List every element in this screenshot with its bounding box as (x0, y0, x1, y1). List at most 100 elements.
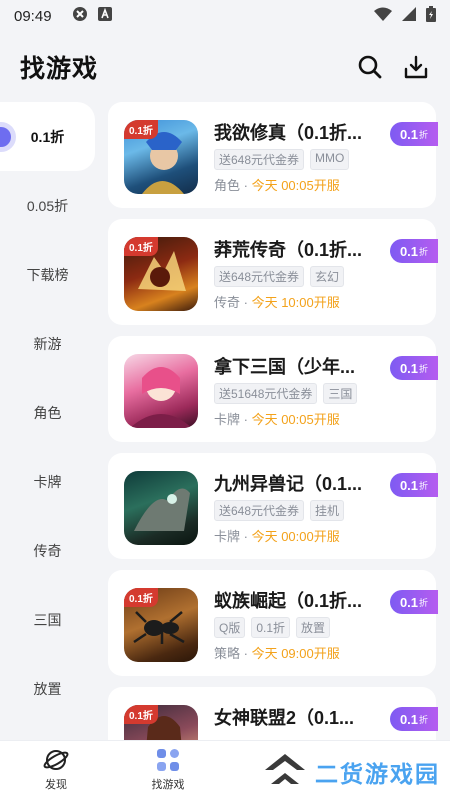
game-icon: 0.1折 (124, 588, 198, 662)
notification-close-icon (72, 6, 88, 27)
sidebar-item-label: 传奇 (33, 542, 62, 559)
game-list: 0.1折 我欲修真（0.1折... 送648元代金券 MMO 角色 · 今天 0… (95, 102, 450, 740)
server-open-time: 今天 09:00开服 (251, 646, 340, 661)
discount-badge: 0.1 折 (390, 707, 438, 731)
game-meta: 角色 · 今天 00:05开服 (214, 178, 340, 193)
status-bar: 09:49 (0, 0, 450, 32)
game-category: 传奇 (214, 295, 241, 310)
server-open-time: 今天 10:00开服 (251, 295, 340, 310)
game-category: 策略 (214, 646, 241, 661)
game-tag: 三国 (323, 383, 358, 404)
game-icon: 0.1折 (124, 120, 198, 194)
discount-value: 0.1 (399, 711, 419, 727)
planet-icon (43, 747, 69, 773)
server-open-time: 今天 00:00开服 (251, 529, 340, 544)
game-tag: 挂机 (310, 500, 345, 521)
search-icon[interactable] (356, 53, 384, 81)
sidebar-item-label: 角色 (33, 404, 62, 421)
game-meta: 卡牌 · 今天 00:00开服 (214, 529, 340, 544)
battery-icon (426, 5, 436, 27)
game-tags: 送648元代金券 挂机 (214, 500, 345, 521)
game-card[interactable]: 拿下三国（少年... 送51648元代金券 三国 卡牌 · 今天 00:05开服… (108, 336, 438, 442)
game-tag: MMO (310, 149, 350, 170)
game-icon (124, 354, 198, 428)
discount-unit: 折 (419, 246, 429, 257)
game-icon (124, 471, 198, 545)
game-icon: 0.1折 (124, 705, 198, 740)
category-sidebar: 0.1折 0.05折 下载榜 新游 角色 卡牌 传奇 三国 放置 (0, 102, 95, 740)
game-tag: Q版 (214, 617, 246, 638)
game-card[interactable]: 九州异兽记（0.1... 送648元代金券 挂机 卡牌 · 今天 00:00开服… (108, 453, 438, 559)
game-tag: 送51648元代金券 (214, 383, 318, 404)
discount-ribbon: 0.1折 (124, 705, 158, 724)
discount-badge: 0.1 折 (390, 122, 438, 146)
sidebar-item-0-05-discount[interactable]: 0.05折 (0, 171, 95, 240)
active-indicator-icon (0, 121, 16, 152)
game-tag: 玄幻 (310, 266, 345, 287)
discount-value: 0.1 (399, 360, 419, 376)
sidebar-item-new-games[interactable]: 新游 (0, 309, 95, 378)
game-card[interactable]: 0.1折 蚁族崛起（0.1折... Q版 0.1折 放置 策略 · 今天 09:… (108, 570, 438, 676)
notification-app-icon (98, 6, 112, 26)
sidebar-item-label: 放置 (33, 680, 62, 697)
signal-icon (402, 6, 416, 26)
download-icon[interactable] (402, 53, 430, 81)
page-header: 找游戏 (0, 32, 450, 102)
discount-badge: 0.1 折 (390, 473, 438, 497)
game-artwork-icon (134, 488, 190, 531)
game-card[interactable]: 0.1折 我欲修真（0.1折... 送648元代金券 MMO 角色 · 今天 0… (108, 102, 438, 208)
sidebar-item-label: 新游 (33, 335, 62, 352)
game-tags: 送648元代金券 MMO (214, 149, 350, 170)
status-notification-icons (72, 6, 112, 27)
nav-item-label: 发现 (45, 779, 67, 791)
sidebar-item-label: 卡牌 (33, 473, 62, 490)
sidebar-item-idle[interactable]: 放置 (0, 654, 95, 723)
watermark: 二货游戏园 (261, 750, 440, 793)
sidebar-item-label: 下载榜 (26, 266, 69, 283)
discount-ribbon: 0.1折 (124, 120, 158, 139)
sidebar-item-label: 0.1折 (30, 128, 65, 145)
nav-item-discover[interactable]: 发现 (16, 747, 96, 792)
discount-value: 0.1 (399, 243, 419, 259)
discount-value: 0.1 (399, 477, 419, 493)
discount-unit: 折 (419, 597, 429, 608)
game-tags: 送51648元代金券 三国 (214, 383, 358, 404)
sidebar-item-three-kingdoms[interactable]: 三国 (0, 585, 95, 654)
discount-unit: 折 (419, 363, 429, 374)
discount-badge: 0.1 折 (390, 239, 438, 263)
game-tag: 送648元代金券 (214, 266, 305, 287)
page-title: 找游戏 (20, 55, 99, 83)
game-tag: 送648元代金券 (214, 149, 305, 170)
discount-unit: 折 (419, 714, 429, 725)
sidebar-item-0-1-discount[interactable]: 0.1折 (0, 102, 95, 171)
game-tag: 放置 (296, 617, 331, 638)
sidebar-item-download-rank[interactable]: 下载榜 (0, 240, 95, 309)
game-title: 莽荒传奇（0.1折... (214, 240, 363, 260)
sidebar-item-role[interactable]: 角色 (0, 378, 95, 447)
game-artwork-icon (130, 367, 192, 428)
wifi-icon (374, 7, 392, 26)
sidebar-item-legend[interactable]: 传奇 (0, 516, 95, 585)
server-open-time: 今天 00:05开服 (251, 412, 340, 427)
discount-unit: 折 (419, 129, 429, 140)
nav-item-find-games[interactable]: 找游戏 (128, 747, 208, 792)
game-title: 拿下三国（少年... (214, 357, 356, 377)
sidebar-item-card[interactable]: 卡牌 (0, 447, 95, 516)
game-title: 九州异兽记（0.1... (214, 474, 363, 494)
game-tag: 送648元代金券 (214, 500, 305, 521)
sidebar-item-label: 三国 (33, 611, 62, 628)
game-card[interactable]: 0.1折 女神联盟2（0.1... 0.1 折 (108, 687, 438, 740)
discount-value: 0.1 (399, 126, 419, 142)
status-time: 09:49 (14, 7, 52, 25)
game-title: 我欲修真（0.1折... (214, 123, 363, 143)
game-title: 女神联盟2（0.1... (214, 708, 355, 728)
game-tag: 0.1折 (251, 617, 291, 638)
discount-badge: 0.1 折 (390, 356, 438, 380)
discount-unit: 折 (419, 480, 429, 491)
game-category: 卡牌 (214, 412, 241, 427)
status-system-icons (374, 5, 436, 27)
game-card[interactable]: 0.1折 莽荒传奇（0.1折... 送648元代金券 玄幻 传奇 · 今天 10… (108, 219, 438, 325)
game-meta: 卡牌 · 今天 00:05开服 (214, 412, 340, 427)
game-tags: 送648元代金券 玄幻 (214, 266, 345, 287)
game-category: 卡牌 (214, 529, 241, 544)
